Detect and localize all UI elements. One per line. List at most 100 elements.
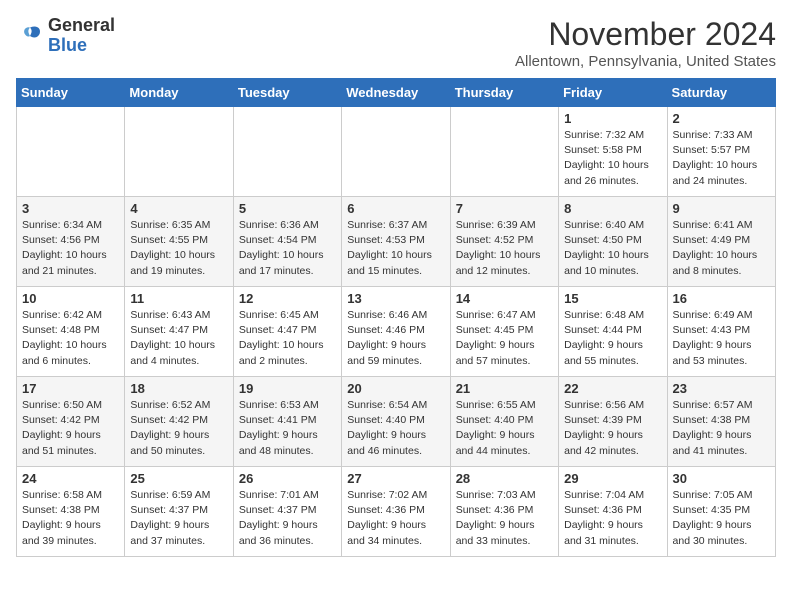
calendar-week-row: 1 Sunrise: 7:32 AM Sunset: 5:58 PM Daylig… <box>17 107 776 197</box>
day-info: Sunrise: 6:34 AM Sunset: 4:56 PM Dayligh… <box>22 218 119 279</box>
calendar-header-tuesday: Tuesday <box>233 79 341 107</box>
day-info: Sunrise: 6:59 AM Sunset: 4:37 PM Dayligh… <box>130 488 227 549</box>
header: General Blue November 2024 Allentown, Pe… <box>16 16 776 70</box>
calendar-header-row: SundayMondayTuesdayWednesdayThursdayFrid… <box>17 79 776 107</box>
calendar-cell: 3Sunrise: 6:34 AM Sunset: 4:56 PM Daylig… <box>17 197 125 287</box>
day-number: 13 <box>347 291 444 306</box>
day-number: 9 <box>673 201 770 216</box>
calendar-header-wednesday: Wednesday <box>342 79 450 107</box>
day-info: Sunrise: 6:50 AM Sunset: 4:42 PM Dayligh… <box>22 398 119 459</box>
calendar-cell: 18Sunrise: 6:52 AM Sunset: 4:42 PM Dayli… <box>125 377 233 467</box>
logo-bird-icon <box>16 22 44 50</box>
day-number: 1 <box>564 111 661 126</box>
logo-text: General Blue <box>48 16 115 56</box>
calendar-cell: 28Sunrise: 7:03 AM Sunset: 4:36 PM Dayli… <box>450 467 558 557</box>
calendar-cell: 25 Sunrise: 6:59 AM Sunset: 4:37 PM Dayli… <box>125 467 233 557</box>
day-number: 26 <box>239 471 336 486</box>
calendar-cell <box>17 107 125 197</box>
day-info: Sunrise: 6:41 AM Sunset: 4:49 PM Dayligh… <box>673 218 770 279</box>
calendar-cell: 21 Sunrise: 6:55 AM Sunset: 4:40 PM Dayli… <box>450 377 558 467</box>
day-number: 23 <box>673 381 770 396</box>
calendar-cell: 22Sunrise: 6:56 AM Sunset: 4:39 PM Dayli… <box>559 377 667 467</box>
day-number: 28 <box>456 471 553 486</box>
calendar-cell: 23Sunrise: 6:57 AM Sunset: 4:38 PM Dayli… <box>667 377 775 467</box>
day-number: 15 <box>564 291 661 306</box>
calendar-cell: 26 Sunrise: 7:01 AM Sunset: 4:37 PM Dayli… <box>233 467 341 557</box>
day-info: Sunrise: 6:48 AM Sunset: 4:44 PM Dayligh… <box>564 308 661 369</box>
day-info: Sunrise: 6:35 AM Sunset: 4:55 PM Dayligh… <box>130 218 227 279</box>
day-info: Sunrise: 6:39 AM Sunset: 4:52 PM Dayligh… <box>456 218 553 279</box>
day-info: Sunrise: 6:45 AM Sunset: 4:47 PM Dayligh… <box>239 308 336 369</box>
calendar-cell: 29 Sunrise: 7:04 AM Sunset: 4:36 PM Dayli… <box>559 467 667 557</box>
day-number: 14 <box>456 291 553 306</box>
calendar-cell: 17 Sunrise: 6:50 AM Sunset: 4:42 PM Dayli… <box>17 377 125 467</box>
day-info: Sunrise: 6:58 AM Sunset: 4:38 PM Dayligh… <box>22 488 119 549</box>
calendar-body: 1 Sunrise: 7:32 AM Sunset: 5:58 PM Daylig… <box>17 107 776 557</box>
calendar-cell: 1 Sunrise: 7:32 AM Sunset: 5:58 PM Daylig… <box>559 107 667 197</box>
day-info: Sunrise: 6:37 AM Sunset: 4:53 PM Dayligh… <box>347 218 444 279</box>
day-number: 24 <box>22 471 119 486</box>
calendar-cell: 7 Sunrise: 6:39 AM Sunset: 4:52 PM Daylig… <box>450 197 558 287</box>
day-info: Sunrise: 6:40 AM Sunset: 4:50 PM Dayligh… <box>564 218 661 279</box>
calendar-header-saturday: Saturday <box>667 79 775 107</box>
day-number: 10 <box>22 291 119 306</box>
calendar-cell: 9 Sunrise: 6:41 AM Sunset: 4:49 PM Daylig… <box>667 197 775 287</box>
calendar-week-row: 10Sunrise: 6:42 AM Sunset: 4:48 PM Dayli… <box>17 287 776 377</box>
page-title: November 2024 <box>515 16 776 53</box>
calendar-cell: 12 Sunrise: 6:45 AM Sunset: 4:47 PM Dayli… <box>233 287 341 377</box>
calendar-week-row: 24 Sunrise: 6:58 AM Sunset: 4:38 PM Dayli… <box>17 467 776 557</box>
day-number: 12 <box>239 291 336 306</box>
calendar-cell: 16Sunrise: 6:49 AM Sunset: 4:43 PM Dayli… <box>667 287 775 377</box>
calendar-cell: 11 Sunrise: 6:43 AM Sunset: 4:47 PM Dayli… <box>125 287 233 377</box>
day-number: 22 <box>564 381 661 396</box>
calendar-cell: 2 Sunrise: 7:33 AM Sunset: 5:57 PM Daylig… <box>667 107 775 197</box>
day-number: 11 <box>130 291 227 306</box>
calendar-cell <box>233 107 341 197</box>
day-number: 21 <box>456 381 553 396</box>
calendar-cell: 30 Sunrise: 7:05 AM Sunset: 4:35 PM Dayli… <box>667 467 775 557</box>
day-info: Sunrise: 6:47 AM Sunset: 4:45 PM Dayligh… <box>456 308 553 369</box>
day-number: 7 <box>456 201 553 216</box>
day-info: Sunrise: 6:54 AM Sunset: 4:40 PM Dayligh… <box>347 398 444 459</box>
calendar-cell: 27Sunrise: 7:02 AM Sunset: 4:36 PM Dayli… <box>342 467 450 557</box>
calendar-cell: 5 Sunrise: 6:36 AM Sunset: 4:54 PM Daylig… <box>233 197 341 287</box>
day-number: 20 <box>347 381 444 396</box>
day-info: Sunrise: 7:05 AM Sunset: 4:35 PM Dayligh… <box>673 488 770 549</box>
calendar-cell: 19 Sunrise: 6:53 AM Sunset: 4:41 PM Dayli… <box>233 377 341 467</box>
day-number: 8 <box>564 201 661 216</box>
calendar-header-thursday: Thursday <box>450 79 558 107</box>
calendar-cell <box>125 107 233 197</box>
day-info: Sunrise: 6:36 AM Sunset: 4:54 PM Dayligh… <box>239 218 336 279</box>
calendar-header-monday: Monday <box>125 79 233 107</box>
calendar-cell: 13Sunrise: 6:46 AM Sunset: 4:46 PM Dayli… <box>342 287 450 377</box>
calendar-header-friday: Friday <box>559 79 667 107</box>
calendar-week-row: 17 Sunrise: 6:50 AM Sunset: 4:42 PM Dayli… <box>17 377 776 467</box>
calendar-week-row: 3Sunrise: 6:34 AM Sunset: 4:56 PM Daylig… <box>17 197 776 287</box>
day-info: Sunrise: 7:04 AM Sunset: 4:36 PM Dayligh… <box>564 488 661 549</box>
title-area: November 2024 Allentown, Pennsylvania, U… <box>515 16 776 70</box>
day-info: Sunrise: 6:52 AM Sunset: 4:42 PM Dayligh… <box>130 398 227 459</box>
day-info: Sunrise: 6:55 AM Sunset: 4:40 PM Dayligh… <box>456 398 553 459</box>
calendar-cell <box>342 107 450 197</box>
day-number: 19 <box>239 381 336 396</box>
calendar-cell: 4 Sunrise: 6:35 AM Sunset: 4:55 PM Daylig… <box>125 197 233 287</box>
day-number: 5 <box>239 201 336 216</box>
day-info: Sunrise: 7:01 AM Sunset: 4:37 PM Dayligh… <box>239 488 336 549</box>
day-info: Sunrise: 6:53 AM Sunset: 4:41 PM Dayligh… <box>239 398 336 459</box>
day-number: 29 <box>564 471 661 486</box>
day-number: 30 <box>673 471 770 486</box>
calendar-cell: 10Sunrise: 6:42 AM Sunset: 4:48 PM Dayli… <box>17 287 125 377</box>
calendar-cell: 15 Sunrise: 6:48 AM Sunset: 4:44 PM Dayli… <box>559 287 667 377</box>
day-number: 25 <box>130 471 227 486</box>
logo: General Blue <box>16 16 115 56</box>
day-info: Sunrise: 7:33 AM Sunset: 5:57 PM Dayligh… <box>673 128 770 189</box>
day-info: Sunrise: 6:49 AM Sunset: 4:43 PM Dayligh… <box>673 308 770 369</box>
calendar-table: SundayMondayTuesdayWednesdayThursdayFrid… <box>16 78 776 557</box>
day-info: Sunrise: 6:43 AM Sunset: 4:47 PM Dayligh… <box>130 308 227 369</box>
day-number: 2 <box>673 111 770 126</box>
calendar-cell: 24 Sunrise: 6:58 AM Sunset: 4:38 PM Dayli… <box>17 467 125 557</box>
calendar-header-sunday: Sunday <box>17 79 125 107</box>
day-number: 17 <box>22 381 119 396</box>
day-number: 4 <box>130 201 227 216</box>
day-info: Sunrise: 7:32 AM Sunset: 5:58 PM Dayligh… <box>564 128 661 189</box>
